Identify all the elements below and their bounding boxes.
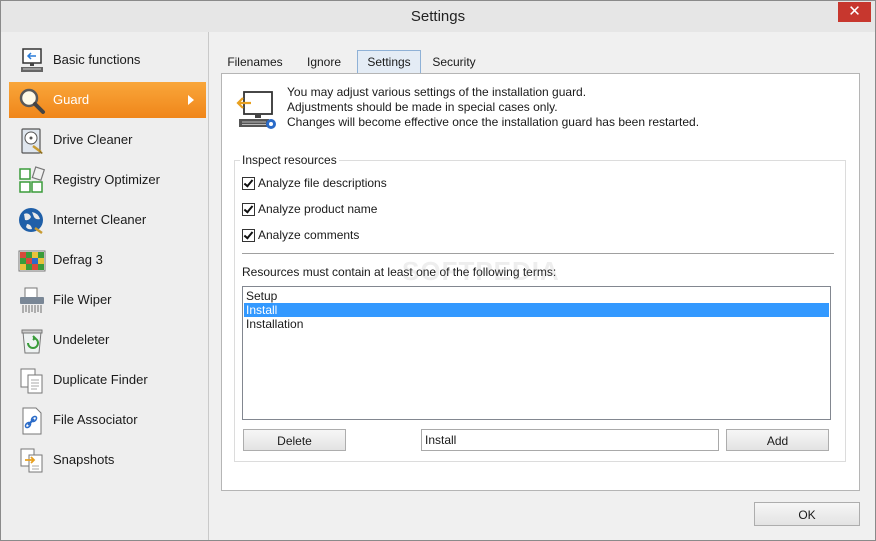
ok-button[interactable]: OK [754,502,860,526]
tab-settings[interactable]: Settings [357,50,421,73]
sidebar-item-internet-cleaner[interactable]: Internet Cleaner [9,202,206,238]
settings-window: Settings ✕ Basic functions Guard Drive C… [0,0,876,541]
sidebar-item-label: Snapshots [53,452,115,467]
divider [242,253,834,254]
info-line: Adjustments should be made in special ca… [287,100,558,114]
checkbox-label: Analyze file descriptions [258,176,387,190]
sidebar-item-label: File Associator [53,412,138,427]
sidebar-item-registry-optimizer[interactable]: Registry Optimizer [9,162,206,198]
sidebar-item-label: Drive Cleaner [53,132,133,147]
sidebar-item-label: Internet Cleaner [53,212,147,227]
info-text: You may adjust various settings of the i… [287,85,699,130]
defrag-grid-icon [18,250,46,272]
list-item-selected[interactable]: Install [244,303,829,317]
info-line: You may adjust various settings of the i… [287,85,587,99]
list-item[interactable]: Installation [244,317,829,331]
checkbox-checked-icon[interactable] [242,203,255,216]
duplicate-documents-icon [20,368,43,394]
file-link-icon [22,407,42,435]
inspect-resources-group: Inspect resources Analyze file descripti… [234,153,846,462]
sidebar-item-guard[interactable]: Guard [9,82,206,118]
sidebar-item-label: Defrag 3 [53,252,103,267]
sidebar-item-label: Guard [53,92,90,107]
recycle-bin-icon [21,329,43,354]
snapshot-documents-icon [20,448,43,473]
group-label: Inspect resources [240,153,339,167]
sidebar-item-label: Duplicate Finder [53,372,148,387]
sidebar-item-file-associator[interactable]: File Associator [9,402,206,438]
checkbox-checked-icon[interactable] [242,229,255,242]
sidebar-item-drive-cleaner[interactable]: Drive Cleaner [9,122,206,158]
add-button[interactable]: Add [726,429,829,451]
installation-guard-icon [236,91,276,129]
sidebar-item-label: Basic functions [53,52,141,67]
main-area: Filenames Ignore Settings Security You m… [209,32,875,540]
sidebar-item-file-wiper[interactable]: File Wiper [9,282,206,318]
selected-arrow-icon [188,95,194,105]
computer-monitor-icon [21,48,43,72]
info-line: Changes will become effective once the i… [287,115,700,129]
globe-icon [19,208,43,235]
sidebar-item-snapshots[interactable]: Snapshots [9,442,206,478]
checkbox-label: Analyze comments [258,228,360,242]
settings-panel: You may adjust various settings of the i… [221,73,860,491]
watermark: SOFTPEDIA [402,256,560,286]
sidebar-item-label: Undeleter [53,332,110,347]
close-icon[interactable]: ✕ [838,2,871,22]
tab-filenames[interactable]: Filenames [221,51,289,73]
sidebar-item-undeleter[interactable]: Undeleter [9,322,206,358]
sidebar-item-duplicate-finder[interactable]: Duplicate Finder [9,362,206,398]
magnifier-icon [19,88,45,114]
list-item[interactable]: Setup [244,289,829,303]
checkbox-label: Analyze product name [258,202,378,216]
sidebar: Basic functions Guard Drive Cleaner Regi… [1,32,209,540]
sidebar-item-label: File Wiper [53,292,112,307]
term-input[interactable]: Install [421,429,719,451]
shredder-icon [20,287,44,313]
terms-listbox[interactable]: Setup Install Installation [242,286,831,420]
delete-button[interactable]: Delete [243,429,346,451]
sidebar-item-basic-functions[interactable]: Basic functions [9,42,206,78]
sidebar-item-defrag-3[interactable]: Defrag 3 [9,242,206,278]
window-title: Settings [410,8,466,25]
tab-security[interactable]: Security [425,51,483,73]
registry-blocks-icon [19,166,46,193]
checkbox-checked-icon[interactable] [242,177,255,190]
title-bar: Settings ✕ [1,1,875,32]
hard-drive-icon [21,128,43,154]
tab-ignore[interactable]: Ignore [293,51,355,73]
sidebar-item-label: Registry Optimizer [53,172,160,187]
